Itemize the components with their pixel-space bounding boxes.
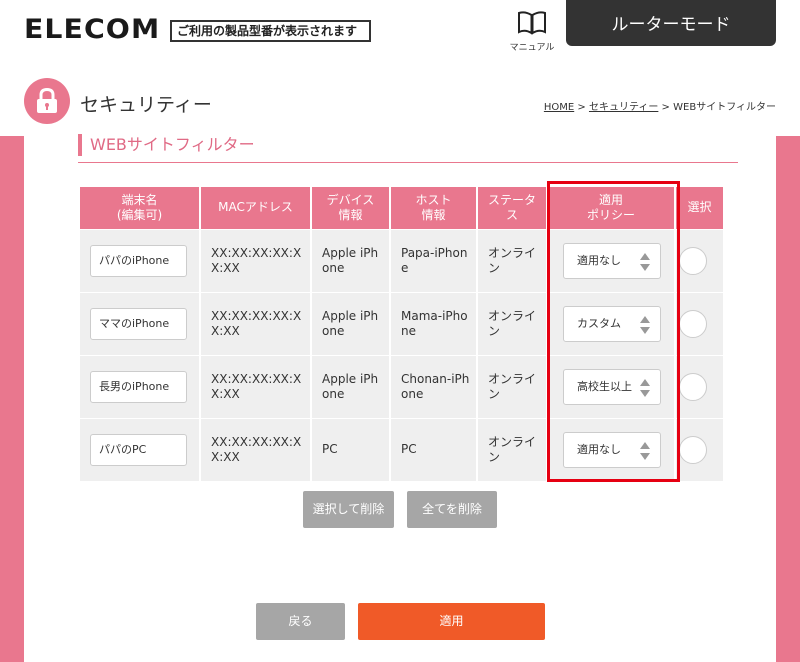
policy-select[interactable]: 適用なし bbox=[563, 242, 661, 279]
breadcrumb: HOME > セキュリティー > WEBサイトフィルター bbox=[544, 98, 776, 113]
mac-address-cell: XX:XX:XX:XX:X X:XX bbox=[200, 291, 312, 355]
table-row: パパのPC XX:XX:XX:XX:X X:XX PC PC オンライン 適用なし bbox=[80, 417, 723, 481]
device-name-input[interactable]: パパのPC bbox=[90, 433, 187, 466]
header-host-info: ホスト 情報 bbox=[390, 187, 478, 229]
mac-address-cell: XX:XX:XX:XX:X X:XX bbox=[200, 417, 312, 481]
security-icon-badge bbox=[24, 78, 70, 124]
mac-address-cell: XX:XX:XX:XX:X X:XX bbox=[200, 228, 312, 292]
right-pink-band bbox=[776, 136, 800, 662]
section-title: WEBサイトフィルター bbox=[78, 134, 255, 156]
section-divider bbox=[78, 162, 738, 163]
select-radio[interactable] bbox=[679, 372, 707, 401]
host-info-cell: Chonan-iPh one bbox=[390, 354, 478, 418]
model-number-box: ご利用の製品型番が表示されます bbox=[170, 20, 371, 42]
policy-select[interactable]: 適用なし bbox=[563, 431, 661, 468]
header-device-name: 端末名 (編集可) bbox=[80, 187, 201, 229]
host-info-cell: PC bbox=[390, 417, 478, 481]
policy-select-value: 適用なし bbox=[577, 253, 621, 267]
policy-select-value: 適用なし bbox=[577, 442, 621, 456]
back-button[interactable]: 戻る bbox=[256, 603, 345, 640]
device-info-cell: Apple iPh one bbox=[311, 291, 391, 355]
policy-select[interactable]: カスタム bbox=[563, 305, 661, 342]
breadcrumb-separator: > bbox=[574, 102, 589, 113]
status-cell: オンライン bbox=[477, 291, 548, 355]
elecom-logo[interactable]: ELECOM bbox=[24, 14, 160, 45]
router-mode-tab[interactable]: ルーターモード bbox=[566, 0, 776, 46]
select-radio[interactable] bbox=[679, 435, 707, 464]
device-info-cell: Apple iPh one bbox=[311, 228, 391, 292]
device-name-input[interactable]: ママのiPhone bbox=[90, 307, 187, 340]
header-policy: 適用 ポリシー bbox=[547, 187, 676, 229]
host-info-cell: Mama-iPho ne bbox=[390, 291, 478, 355]
updown-arrows-icon bbox=[640, 315, 650, 334]
breadcrumb-security-link[interactable]: セキュリティー bbox=[589, 102, 658, 113]
table-row: ママのiPhone XX:XX:XX:XX:X X:XX Apple iPh one… bbox=[80, 291, 723, 355]
header-status: ステータス bbox=[477, 187, 548, 229]
header: ELECOM ご利用の製品型番が表示されます マニュアル ルーターモード bbox=[0, 0, 800, 62]
table-row: 長男のiPhone XX:XX:XX:XX:X X:XX Apple iPh one… bbox=[80, 354, 723, 418]
device-name-input[interactable]: パパのiPhone bbox=[90, 244, 187, 277]
header-device-info: デバイス 情報 bbox=[311, 187, 391, 229]
table-header-row: 端末名 (編集可) MACアドレス デバイス 情報 ホスト 情報 ステータス 適用 ポリ… bbox=[80, 187, 723, 229]
header-select: 選択 bbox=[675, 187, 723, 229]
apply-button[interactable]: 適用 bbox=[358, 603, 545, 640]
delete-all-button[interactable]: 全てを削除 bbox=[407, 491, 497, 528]
updown-arrows-icon bbox=[640, 378, 650, 397]
policy-select-value: 高校生以上 bbox=[577, 379, 632, 393]
device-info-cell: Apple iPh one bbox=[311, 354, 391, 418]
breadcrumb-home-link[interactable]: HOME bbox=[544, 102, 574, 113]
header-mac-address: MACアドレス bbox=[200, 187, 312, 229]
select-radio[interactable] bbox=[679, 309, 707, 338]
host-info-cell: Papa-iPhon e bbox=[390, 228, 478, 292]
table-row: パパのiPhone XX:XX:XX:XX:X X:XX Apple iPh one… bbox=[80, 228, 723, 292]
device-name-input[interactable]: 長男のiPhone bbox=[90, 370, 187, 403]
status-cell: オンライン bbox=[477, 354, 548, 418]
manual-button[interactable]: マニュアル bbox=[507, 10, 557, 53]
mac-address-cell: XX:XX:XX:XX:X X:XX bbox=[200, 354, 312, 418]
status-cell: オンライン bbox=[477, 228, 548, 292]
breadcrumb-separator: > bbox=[658, 102, 674, 113]
device-info-cell: PC bbox=[311, 417, 391, 481]
policy-select-value: カスタム bbox=[577, 316, 621, 330]
select-radio[interactable] bbox=[679, 246, 707, 275]
status-cell: オンライン bbox=[477, 417, 548, 481]
book-icon bbox=[518, 11, 546, 35]
manual-label: マニュアル bbox=[509, 43, 555, 53]
delete-selected-button[interactable]: 選択して削除 bbox=[303, 491, 394, 528]
page-title: セキュリティー bbox=[80, 94, 212, 116]
left-pink-band bbox=[0, 136, 24, 662]
breadcrumb-current: WEBサイトフィルター bbox=[673, 102, 776, 113]
lock-icon bbox=[37, 88, 57, 113]
policy-select[interactable]: 高校生以上 bbox=[563, 368, 661, 405]
updown-arrows-icon bbox=[640, 252, 650, 271]
device-filter-table: 端末名 (編集可) MACアドレス デバイス 情報 ホスト 情報 ステータス 適用 ポリ… bbox=[80, 187, 723, 481]
updown-arrows-icon bbox=[640, 441, 650, 460]
